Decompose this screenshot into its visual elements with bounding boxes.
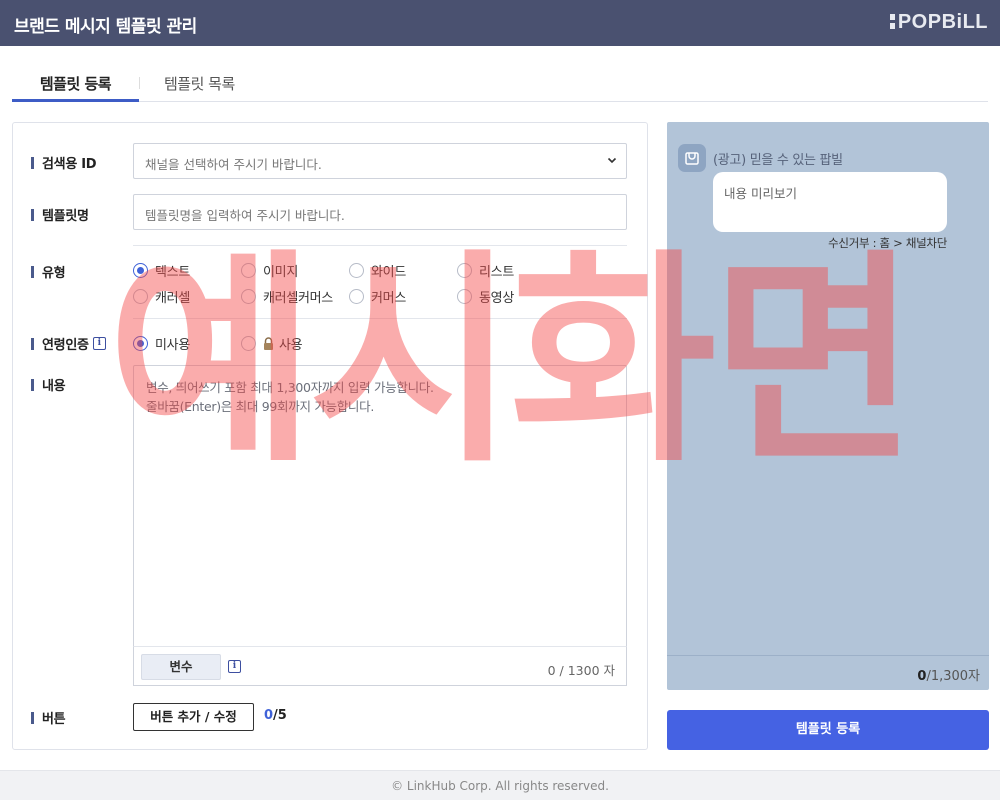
tab-template-list[interactable]: 템플릿 목록 — [164, 73, 235, 94]
type-option-label: 동영상 — [479, 291, 514, 306]
form-divider — [133, 318, 627, 319]
content-toolbar: 변수 i 0 / 1300 자 — [133, 646, 627, 686]
page-title: 브랜드 메시지 템플릿 관리 — [14, 17, 197, 37]
radio-icon — [457, 289, 472, 304]
age-option-label: 미사용 — [155, 338, 190, 353]
add-edit-button[interactable]: 버튼 추가 / 수정 — [133, 703, 254, 731]
age-option-label: 사용 — [279, 338, 303, 353]
chevron-down-icon — [607, 157, 617, 164]
type-radio-text[interactable]: 텍스트 — [133, 261, 190, 280]
template-name-label: 템플릿명 — [31, 205, 89, 224]
channel-select[interactable]: 채널을 선택하여 주시기 바랍니다. — [133, 143, 627, 179]
tab-bar: 템플릿 등록 템플릿 목록 — [12, 60, 988, 102]
type-radio-list[interactable]: 리스트 — [457, 261, 514, 280]
type-radio-image[interactable]: 이미지 — [241, 261, 298, 280]
preview-divider — [667, 655, 989, 656]
template-name-input[interactable]: 템플릿명을 입력하여 주시기 바랍니다. — [133, 194, 627, 230]
copyright-footer: © LinkHub Corp. All rights reserved. — [0, 770, 1000, 800]
content-char-count: 0 / 1300 자 — [547, 663, 615, 678]
template-name-label-text: 템플릿명 — [42, 209, 89, 224]
type-radio-video[interactable]: 동영상 — [457, 287, 514, 306]
radio-checked-icon — [133, 336, 148, 351]
type-radio-wide[interactable]: 와이드 — [349, 261, 406, 280]
message-preview: (광고) 믿을 수 있는 팝빌 내용 미리보기 수신거부 : 홈 > 채널차단 … — [667, 122, 989, 690]
preview-char-count: 0/1,300자 — [917, 665, 980, 684]
radio-icon — [457, 263, 472, 278]
tab-template-register[interactable]: 템플릿 등록 — [12, 73, 139, 102]
content-label-text: 내용 — [42, 379, 66, 394]
radio-checked-icon — [133, 263, 148, 278]
type-radio-carousel[interactable]: 캐러셀 — [133, 287, 190, 306]
type-radio-commerce[interactable]: 커머스 — [349, 287, 406, 306]
radio-icon — [349, 289, 364, 304]
preview-placeholder: 내용 미리보기 — [724, 186, 797, 201]
form-divider — [133, 245, 627, 246]
type-option-label: 커머스 — [371, 291, 406, 306]
template-name-placeholder: 템플릿명을 입력하여 주시기 바랍니다. — [145, 208, 345, 223]
bag-glyph — [685, 152, 699, 165]
lock-icon — [264, 337, 273, 350]
type-option-label: 캐러셀 — [155, 291, 190, 306]
tab-divider — [139, 77, 140, 89]
radio-icon — [241, 336, 256, 351]
app-header: 브랜드 메시지 템플릿 관리 POPBiLL — [0, 0, 1000, 46]
logo-mark-icon — [889, 14, 895, 29]
buttons-label: 버튼 — [31, 708, 66, 727]
radio-icon — [349, 263, 364, 278]
type-radio-carousel-commerce[interactable]: 캐러셀커머스 — [241, 287, 333, 306]
type-label-text: 유형 — [42, 266, 66, 281]
type-option-label: 캐러셀커머스 — [263, 291, 333, 306]
preview-channel-title: (광고) 믿을 수 있는 팝빌 — [713, 153, 843, 168]
unsubscribe-text: 수신거부 : 홈 > 채널차단 — [828, 236, 947, 250]
content-label: 내용 — [31, 375, 66, 394]
type-option-label: 리스트 — [479, 265, 514, 280]
age-verify-label-text: 연령인증 — [42, 338, 89, 353]
preview-count-max: /1,300자 — [926, 669, 980, 684]
button-count: 0/5 — [264, 708, 287, 723]
radio-icon — [241, 289, 256, 304]
content-placeholder: 변수, 띄어쓰기 포함 최대 1,300자까지 입력 가능합니다. 줄바꿈(En… — [146, 378, 434, 416]
type-option-label: 텍스트 — [155, 265, 190, 280]
button-count-current: 0 — [264, 708, 274, 723]
logo-text: POPBiLL — [897, 11, 988, 33]
radio-icon — [133, 289, 148, 304]
content-placeholder-line: 줄바꿈(Enter)은 최대 99회까지 가능합니다. — [146, 399, 375, 414]
popbill-logo: POPBiLL — [889, 11, 988, 34]
buttons-label-text: 버튼 — [42, 712, 66, 727]
type-option-label: 이미지 — [263, 265, 298, 280]
age-verify-radio-used[interactable]: 사용 — [241, 334, 303, 353]
content-placeholder-line: 변수, 띄어쓰기 포함 최대 1,300자까지 입력 가능합니다. — [146, 380, 434, 395]
preview-bubble: 내용 미리보기 — [713, 172, 947, 232]
search-id-label-text: 검색용 ID — [42, 157, 97, 172]
type-option-label: 와이드 — [371, 265, 406, 280]
info-icon[interactable]: i — [92, 337, 106, 350]
age-verify-radio-unused[interactable]: 미사용 — [133, 334, 190, 353]
type-label: 유형 — [31, 262, 66, 281]
channel-select-placeholder: 채널을 선택하여 주시기 바랍니다. — [145, 157, 322, 172]
radio-icon — [241, 263, 256, 278]
variable-button[interactable]: 변수 — [141, 654, 221, 680]
search-id-label: 검색용 ID — [31, 153, 97, 172]
register-template-button[interactable]: 템플릿 등록 — [667, 710, 989, 750]
age-verify-label: 연령인증 i — [31, 334, 106, 353]
info-icon[interactable]: i — [228, 660, 241, 673]
content-textarea[interactable]: 변수, 띄어쓰기 포함 최대 1,300자까지 입력 가능합니다. 줄바꿈(En… — [133, 365, 627, 686]
shopping-bag-icon — [678, 144, 706, 172]
template-form: 검색용 ID 채널을 선택하여 주시기 바랍니다. 템플릿명 템플릿명을 입력하… — [12, 122, 648, 750]
button-count-max: /5 — [273, 708, 287, 723]
